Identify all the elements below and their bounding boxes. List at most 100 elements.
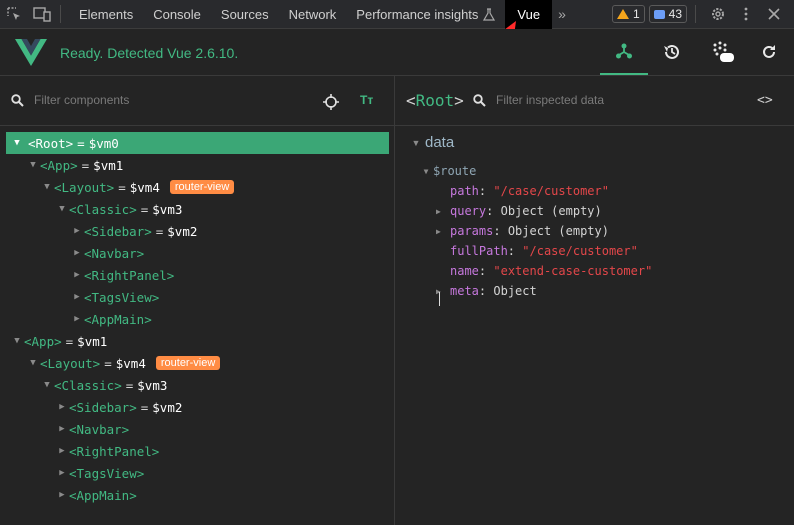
tab-network[interactable]: Network [279, 0, 347, 29]
tree-node-navbar-2[interactable]: ▶ <Navbar> [55, 418, 129, 440]
equals-sign: = [140, 201, 149, 217]
warnings-count: 1 [632, 7, 640, 21]
component-tag: <App> [24, 333, 62, 349]
component-tag: <Classic> [69, 201, 137, 217]
warnings-badge[interactable]: 1 [611, 5, 645, 23]
more-options-icon[interactable] [732, 0, 760, 29]
collapse-arrow-icon[interactable]: ▶ [55, 446, 69, 456]
expand-arrow-icon[interactable]: ▼ [40, 182, 54, 192]
filter-inspected-data-input[interactable] [494, 92, 728, 108]
device-toolbar-icon[interactable] [28, 0, 56, 29]
prop-value: Object (empty) [507, 224, 609, 238]
tabbar-divider [60, 5, 61, 23]
tree-node-root[interactable]: ▼ <Root> = $vm0 [6, 132, 389, 154]
collapse-arrow-icon[interactable]: ▶ [70, 314, 84, 324]
component-tag: <TagsView> [69, 465, 145, 481]
expand-arrow-icon[interactable]: ▼ [26, 160, 40, 170]
tree-node-tagsview-2[interactable]: ▶ <TagsView> [55, 462, 144, 484]
components-search-bar: Tт [0, 76, 395, 126]
collapse-arrow-icon[interactable]: ▶ [436, 227, 450, 236]
tab-console[interactable]: Console [143, 0, 211, 29]
vm-ref: $vm2 [167, 223, 198, 239]
vm-ref: $vm4 [129, 179, 160, 195]
close-devtools-icon[interactable] [760, 0, 788, 29]
tree-node-rightpanel[interactable]: ▶ <RightPanel> [70, 264, 174, 286]
prop-fullpath[interactable]: fullPath: "/case/customer" [450, 244, 638, 258]
route-property[interactable]: ▼ $route [419, 164, 477, 178]
tree-node-layout-2[interactable]: ▼ <Layout> = $vm4 router-view [26, 352, 221, 374]
status-text: Ready. Detected Vue 2.6.10. [60, 45, 239, 61]
tree-node-classic-2[interactable]: ▼ <Classic> = $vm3 [40, 374, 167, 396]
component-tag: <App> [40, 157, 78, 173]
messages-count: 43 [668, 7, 682, 21]
prop-name[interactable]: name: "extend-case-customer" [450, 264, 652, 278]
flask-icon [483, 7, 496, 21]
events-icon [713, 41, 734, 62]
components-tab-button[interactable] [600, 29, 648, 75]
prop-meta[interactable]: ▶ meta: Object [436, 284, 537, 298]
inspect-element-icon[interactable] [0, 0, 28, 29]
tabbar-divider-right [695, 5, 696, 23]
more-tabs-chevron-icon[interactable]: » [558, 6, 566, 22]
tree-node-app-2[interactable]: ▼ <App> = $vm1 [10, 330, 107, 352]
expand-arrow-icon[interactable]: ▼ [409, 138, 423, 148]
collapse-arrow-icon[interactable]: ▶ [55, 490, 69, 500]
tree-node-sidebar-2[interactable]: ▶ <Sidebar> = $vm2 [55, 396, 182, 418]
tab-elements[interactable]: Elements [69, 0, 143, 29]
expand-arrow-icon[interactable]: ▼ [55, 204, 69, 214]
filter-components-input[interactable] [32, 92, 286, 108]
prop-key: query [450, 204, 487, 218]
component-tag: <Layout> [40, 355, 101, 371]
route-key: $route [433, 164, 477, 178]
components-pane: Tт ▼ <Root> = $vm0 ▼ <App> = $vm1 ▼ <Lay… [0, 76, 395, 525]
component-tag: <Navbar> [69, 421, 130, 437]
tree-node-rightpanel-2[interactable]: ▶ <RightPanel> [55, 440, 159, 462]
expand-arrow-icon[interactable]: ▼ [10, 138, 24, 148]
vuex-history-button[interactable] [648, 29, 696, 75]
data-section-header[interactable]: ▼ data [409, 134, 455, 151]
tree-node-sidebar[interactable]: ▶ <Sidebar> = $vm2 [70, 220, 197, 242]
tree-node-navbar[interactable]: ▶ <Navbar> [70, 242, 144, 264]
prop-query[interactable]: ▶ query: Object (empty) [436, 204, 602, 218]
messages-badge[interactable]: 43 [648, 5, 687, 23]
tree-node-tagsview[interactable]: ▶ <TagsView> [70, 286, 159, 308]
events-button[interactable] [698, 29, 746, 75]
collapse-arrow-icon[interactable]: ▶ [70, 248, 84, 258]
collapse-arrow-icon[interactable]: ▶ [436, 207, 450, 216]
expand-arrow-icon[interactable]: ▼ [10, 336, 24, 346]
collapse-arrow-icon[interactable]: ▶ [70, 226, 84, 236]
tree-node-classic[interactable]: ▼ <Classic> = $vm3 [55, 198, 182, 220]
collapse-arrow-icon[interactable]: ▶ [55, 468, 69, 478]
collapse-arrow-icon[interactable]: ▶ [70, 292, 84, 302]
expand-arrow-icon[interactable]: ▼ [419, 167, 433, 176]
vm-ref: $vm1 [77, 333, 108, 349]
refresh-button[interactable] [745, 29, 793, 75]
component-tag: <AppMain> [69, 487, 137, 503]
prop-colon: : [478, 184, 487, 198]
expand-arrow-icon[interactable]: ▼ [26, 358, 40, 368]
prop-value: "/case/customer" [493, 184, 609, 198]
message-icon [653, 9, 665, 19]
settings-gear-icon[interactable] [704, 0, 732, 29]
inspector-header: <Root> <> [395, 76, 794, 126]
prop-value: "extend-case-customer" [493, 264, 653, 278]
prop-colon: : [493, 224, 501, 238]
tree-node-appmain[interactable]: ▶ <AppMain> [70, 308, 151, 330]
select-component-target-icon[interactable] [323, 94, 339, 110]
collapse-arrow-icon[interactable]: ▶ [55, 402, 69, 412]
format-names-icon[interactable]: Tт [360, 93, 373, 107]
collapse-arrow-icon[interactable]: ▶ [70, 270, 84, 280]
devtools-tabbar: Elements Console Sources Network Perform… [0, 0, 794, 29]
tree-node-layout[interactable]: ▼ <Layout> = $vm4 router-view [40, 176, 235, 198]
tree-node-appmain-2[interactable]: ▶ <AppMain> [55, 484, 137, 506]
search-icon [473, 94, 486, 107]
expand-arrow-icon[interactable]: ▼ [40, 380, 54, 390]
prop-path[interactable]: path: "/case/customer" [450, 184, 609, 198]
text-cursor [439, 292, 440, 306]
tree-node-app[interactable]: ▼ <App> = $vm1 [26, 154, 123, 176]
prop-params[interactable]: ▶ params: Object (empty) [436, 224, 609, 238]
component-tag: <TagsView> [84, 289, 160, 305]
inspect-dom-code-icon[interactable]: <> [757, 93, 773, 108]
collapse-arrow-icon[interactable]: ▶ [55, 424, 69, 434]
tab-sources[interactable]: Sources [211, 0, 279, 29]
